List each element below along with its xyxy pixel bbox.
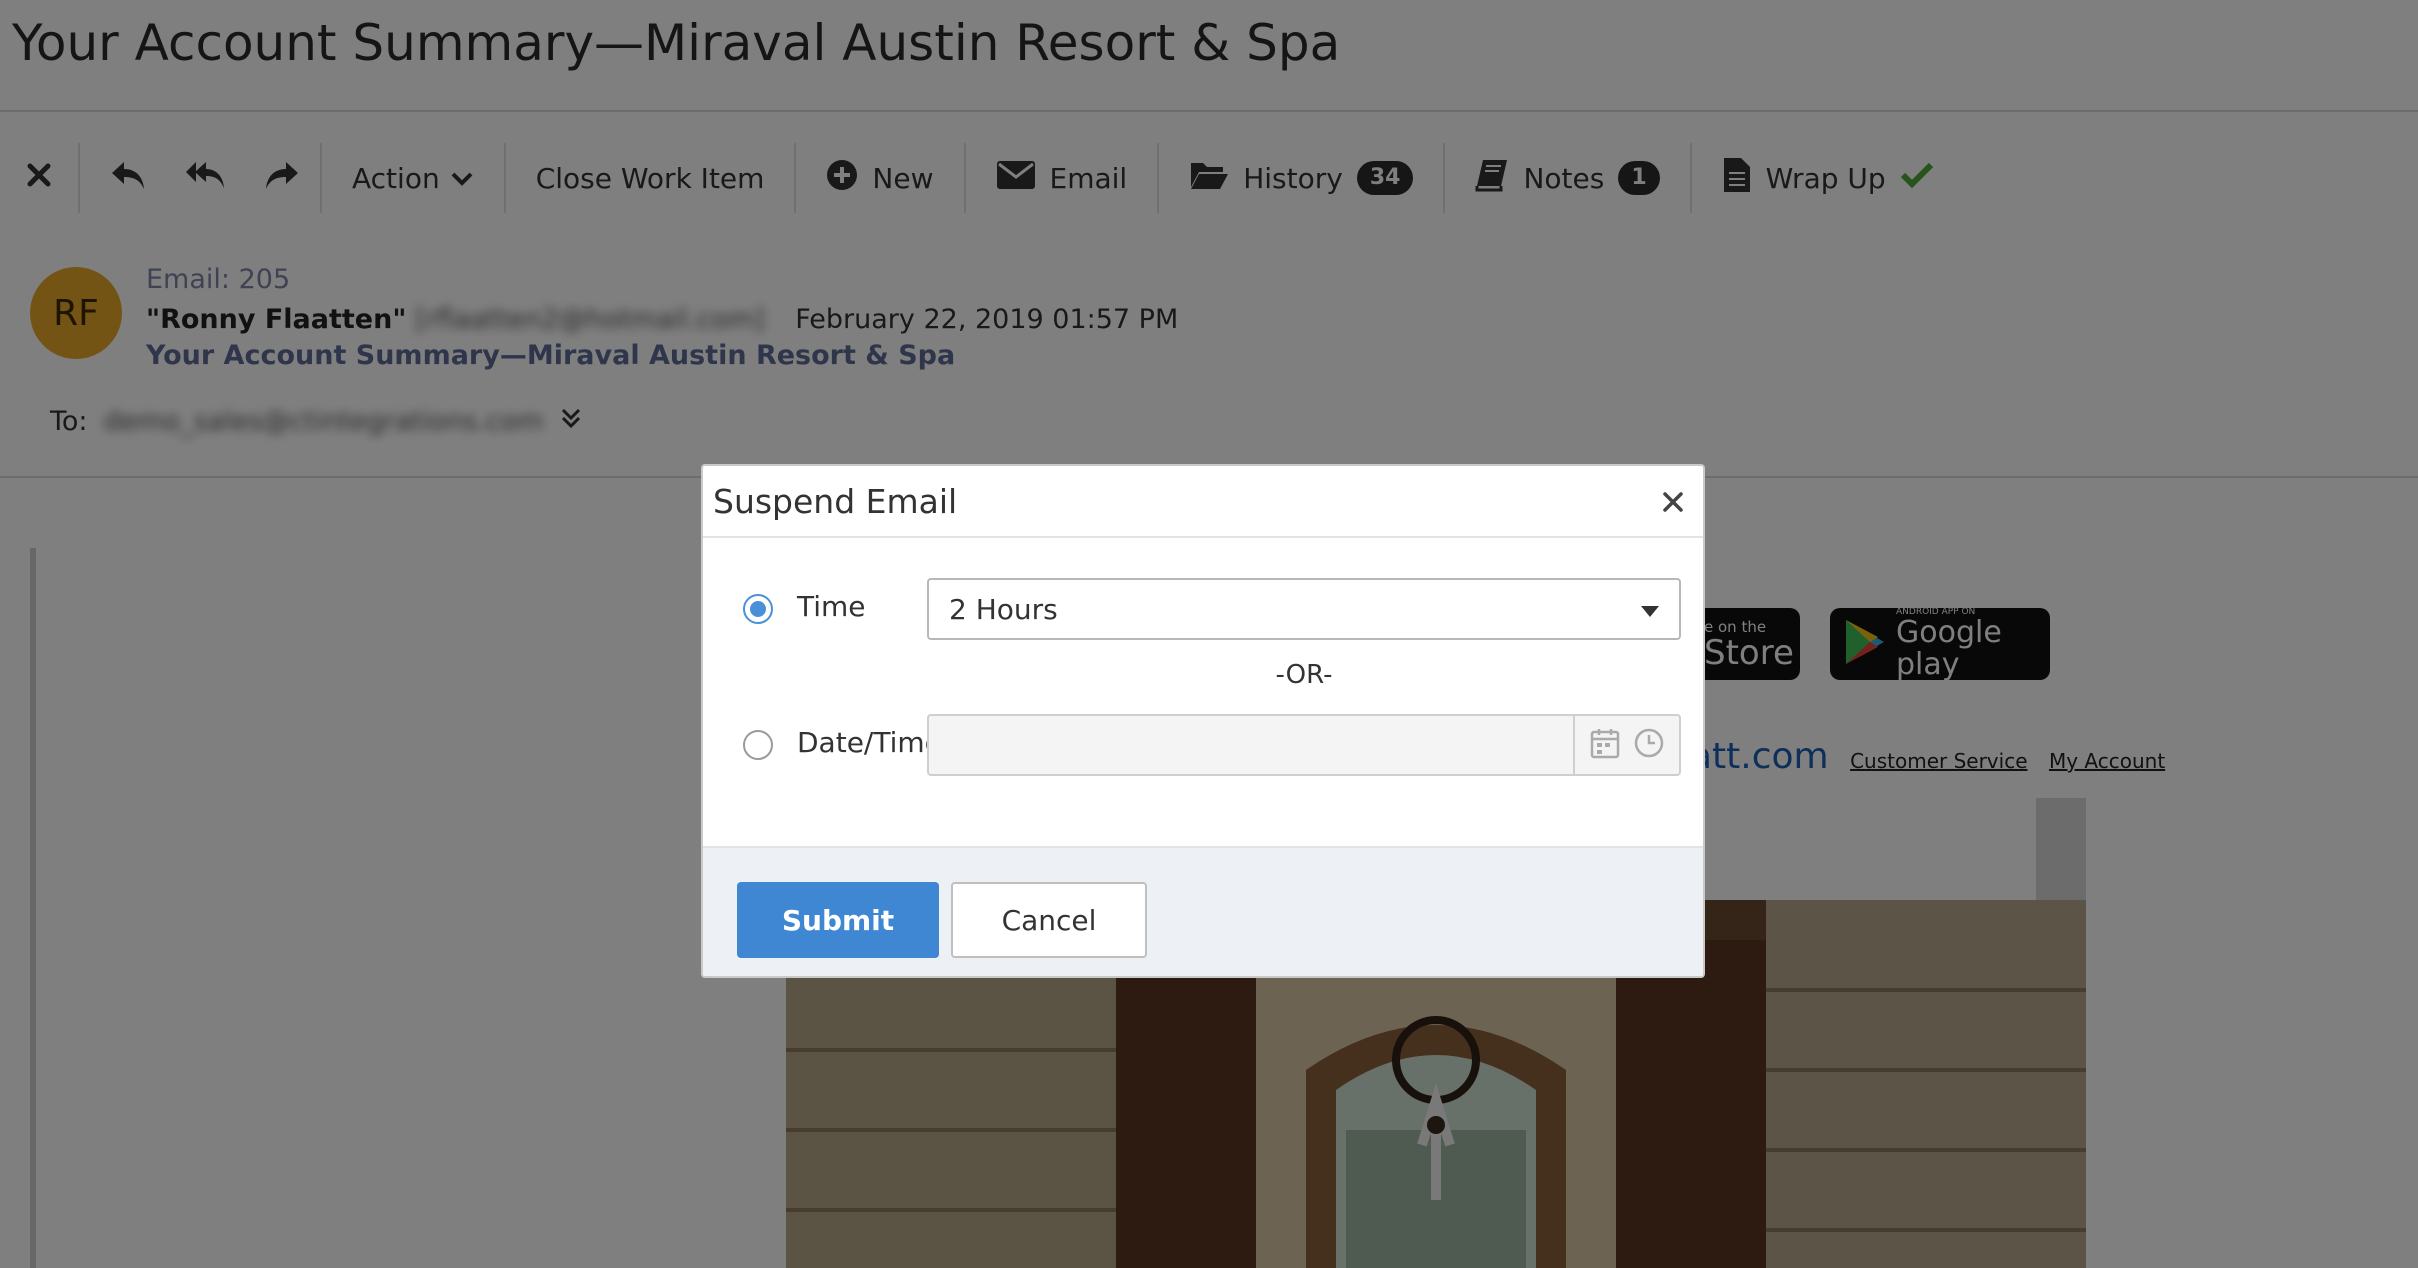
datetime-addon [1573,716,1679,774]
time-label: Time [797,590,866,623]
datetime-input[interactable] [927,714,1681,776]
dialog-body: Time 2 Hours -OR- Date/Time [703,538,1703,844]
or-separator: -OR- [1275,660,1333,690]
dialog-close-icon[interactable] [1653,481,1693,522]
suspend-email-dialog: Suspend Email Time 2 Hours -OR- Date/Tim… [701,464,1705,978]
clock-icon[interactable] [1633,727,1665,763]
time-radio[interactable] [743,594,773,624]
dialog-title: Suspend Email [713,481,958,521]
dialog-header: Suspend Email [703,466,1703,538]
calendar-icon[interactable] [1590,727,1620,763]
caret-down-icon [1641,606,1659,617]
time-select-value: 2 Hours [949,592,1058,626]
time-select[interactable]: 2 Hours [927,578,1681,640]
submit-button[interactable]: Submit [737,882,939,958]
datetime-radio[interactable] [743,730,773,760]
datetime-label: Date/Time [797,726,942,759]
cancel-button[interactable]: Cancel [951,882,1147,958]
dialog-footer: Submit Cancel [703,846,1703,976]
